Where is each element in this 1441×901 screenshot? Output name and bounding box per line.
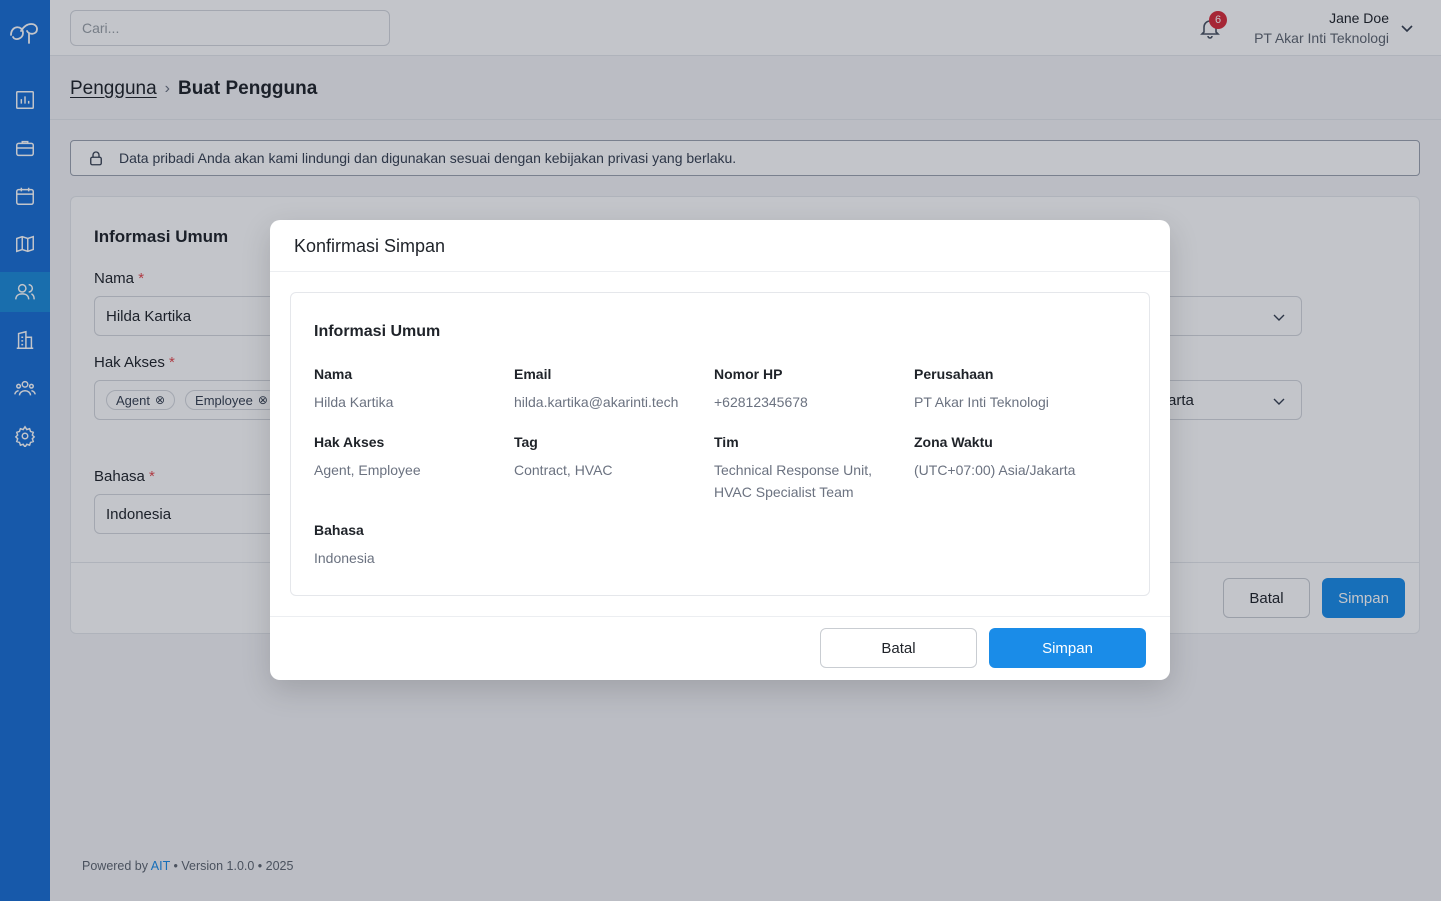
summary-company-value: PT Akar Inti Teknologi [914, 394, 1049, 410]
confirm-save-modal: Konfirmasi Simpan Informasi Umum Nama Hi… [270, 220, 1170, 680]
summary-language-value: Indonesia [314, 550, 375, 566]
summary-timezone-value: (UTC+07:00) Asia/Jakarta [914, 462, 1076, 478]
summary-email-value: hilda.kartika@akarinti.tech [514, 394, 679, 410]
summary-access-value: Agent, Employee [314, 462, 421, 478]
summary-tag-value: Contract, HVAC [514, 462, 613, 478]
summary-section-title: Informasi Umum [314, 323, 441, 340]
summary-language-label: Bahasa [314, 522, 364, 538]
summary-team-value: Technical Response Unit, HVAC Specialist… [714, 462, 872, 500]
modal-title: Konfirmasi Simpan [294, 236, 446, 256]
summary-timezone-label: Zona Waktu [914, 434, 993, 450]
summary-company-label: Perusahaan [914, 366, 994, 382]
summary-team-label: Tim [714, 434, 739, 450]
summary-access-label: Hak Akses [314, 434, 385, 450]
summary-tag-label: Tag [514, 434, 538, 450]
modal-cancel-button[interactable]: Batal [820, 628, 977, 668]
summary-phone-value: +62812345678 [714, 394, 808, 410]
summary-name-label: Nama [314, 366, 353, 382]
modal-divider [270, 271, 1170, 272]
modal-save-button[interactable]: Simpan [989, 628, 1146, 668]
modal-footer-divider [270, 616, 1170, 617]
summary-phone-label: Nomor HP [714, 366, 783, 382]
summary-name-value: Hilda Kartika [314, 394, 394, 410]
summary-email-label: Email [514, 366, 552, 382]
summary-panel: Informasi Umum Nama Hilda Kartika Email … [290, 292, 1150, 596]
